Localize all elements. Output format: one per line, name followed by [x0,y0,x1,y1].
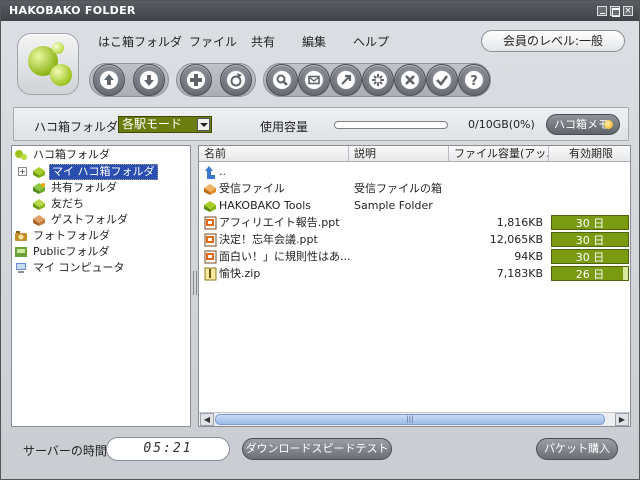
folder-tree: + ハコ箱フォルダ マイ ハコ箱フォルダ 共有フォルダ 友だち ゲストフォルダ … [11,145,191,427]
file-name: 決定！忘年会議.ppt [219,233,318,246]
magnify-icon[interactable] [266,64,298,96]
hakobako-logo [17,33,79,95]
ppt-file-icon [204,233,217,247]
app-window: HAKOBAKO FOLDER × はこ箱フォルダ ファイル 共有 編集 ヘルプ… [0,0,640,480]
scroll-left-icon[interactable]: ◀ [200,413,214,426]
file-size: 94KB [514,250,543,263]
export-icon[interactable] [330,64,362,96]
mode-select[interactable]: 各駅モード [118,116,212,133]
location-bar: ハコ箱フォルダ 各駅モード 使用容量 0/10GB(0%) ハコ箱メモ [13,107,629,141]
file-name: 受信ファイル [219,182,285,195]
mail-icon[interactable] [298,64,330,96]
speed-test-button[interactable]: ダウンロードスピードテスト [242,438,392,460]
mode-select-value: 各駅モード [122,117,183,131]
table-row[interactable]: 受信ファイル 受信ファイルの箱 [199,180,630,197]
member-level-button[interactable]: 会員のレベル:一般 [481,30,625,52]
close-icon[interactable]: × [623,6,633,16]
minimize-icon[interactable] [597,6,607,16]
expiry-bar: 26 日 [551,266,629,281]
memo-button[interactable]: ハコ箱メモ [546,114,620,135]
my-box-folder-icon [33,167,45,178]
arrow-up-icon[interactable] [93,64,125,96]
expiry-bar: 30 日 [551,249,629,264]
table-row[interactable]: 面白い！」に規則性はあ... 94KB 30 日 [199,248,630,265]
menu-help[interactable]: ヘルプ [353,33,389,50]
settings-icon[interactable] [362,64,394,96]
expiry-bar: 30 日 [551,215,629,230]
expiry-days: 30 日 [575,217,605,230]
photo-folder-icon [15,231,27,241]
server-time-display: 05:21 [106,437,230,461]
file-size: 12,065KB [489,233,543,246]
column-header-file-size[interactable]: ファイル容量(アッ... [449,146,549,162]
table-row[interactable]: アフィリエイト報告.ppt 1,816KB 30 日 [199,214,630,231]
guest-folder-icon [33,215,45,226]
parent-dir-icon [205,166,215,179]
delete-icon[interactable] [394,64,426,96]
shared-folder-icon [33,183,45,194]
file-name: 面白い！」に規則性はあ... [219,250,351,263]
expiry-days: 30 日 [575,251,605,264]
plus-icon[interactable] [180,64,212,96]
chevron-down-icon[interactable] [197,118,210,131]
file-description: 受信ファイルの箱 [354,182,442,195]
share-icon[interactable] [220,64,252,96]
tools-folder-icon [204,201,216,212]
file-name: HAKOBAKO Tools [219,199,312,212]
svg-text:?: ? [470,74,478,89]
menu-edit[interactable]: 編集 [302,33,326,50]
status-bar: サーバーの時間 05:21 ダウンロードスピードテスト パケット購入 [1,431,639,479]
my-computer-icon [16,263,26,273]
help-icon[interactable]: ? [458,64,490,96]
ppt-file-icon [204,216,217,230]
window-title: HAKOBAKO FOLDER [9,4,136,17]
expiry-days: 26 日 [575,268,605,281]
hakobako-icon [15,150,27,160]
friends-icon [33,199,45,210]
column-header-row: 名前 説明 ファイル容量(アッ... 有効期限 [199,146,630,162]
menu-share[interactable]: 共有 [251,33,275,50]
arrow-down-icon[interactable] [133,64,165,96]
table-row[interactable]: 決定！忘年会議.ppt 12,065KB 30 日 [199,231,630,248]
file-size: 1,816KB [496,216,543,229]
horizontal-scrollbar[interactable]: ◀ ||| ▶ [199,412,630,426]
memo-indicator-icon [604,120,613,129]
file-size: 7,183KB [496,267,543,280]
pane-splitter[interactable] [193,271,197,295]
buy-packet-button[interactable]: パケット購入 [536,438,618,460]
server-time-label: サーバーの時間 [23,444,107,458]
file-name: 愉快.zip [219,267,261,280]
column-header-description[interactable]: 説明 [349,146,449,162]
menu-file[interactable]: ファイル [189,33,237,50]
file-description: Sample Folder [354,199,433,212]
expiry-days: 30 日 [575,234,605,247]
file-list: 名前 説明 ファイル容量(アッ... 有効期限 .. 受信ファイル 受信ファイルの箱… [198,145,631,427]
expiry-bar: 30 日 [551,232,629,247]
usage-label: 使用容量 [260,120,309,134]
inbox-folder-icon [204,184,216,195]
table-row[interactable]: .. [199,163,630,180]
usage-progress-bar [334,121,448,129]
expand-plus-icon[interactable]: + [18,167,27,176]
usage-value: 0/10GB(0%) [468,118,535,131]
column-header-expiry[interactable]: 有効期限 [549,146,630,162]
folder-label: ハコ箱フォルダ [34,120,119,134]
file-name: .. [219,165,226,178]
table-row[interactable]: HAKOBAKO Tools Sample Folder [199,197,630,214]
check-icon[interactable] [426,64,458,96]
column-header-name[interactable]: 名前 [199,146,349,162]
scrollbar-thumb[interactable]: ||| [215,414,605,425]
memo-button-label: ハコ箱メモ [554,118,609,131]
ppt-file-icon [204,250,217,264]
zip-file-icon [204,267,217,281]
public-folder-icon [15,247,27,257]
scroll-right-icon[interactable]: ▶ [615,413,629,426]
menu-hakobako-folder[interactable]: はこ箱フォルダ [98,33,182,50]
maximize-icon[interactable] [610,6,620,17]
file-name: アフィリエイト報告.ppt [219,216,340,229]
title-bar[interactable]: HAKOBAKO FOLDER × [1,1,639,21]
table-row[interactable]: 愉快.zip 7,183KB 26 日 [199,265,630,282]
